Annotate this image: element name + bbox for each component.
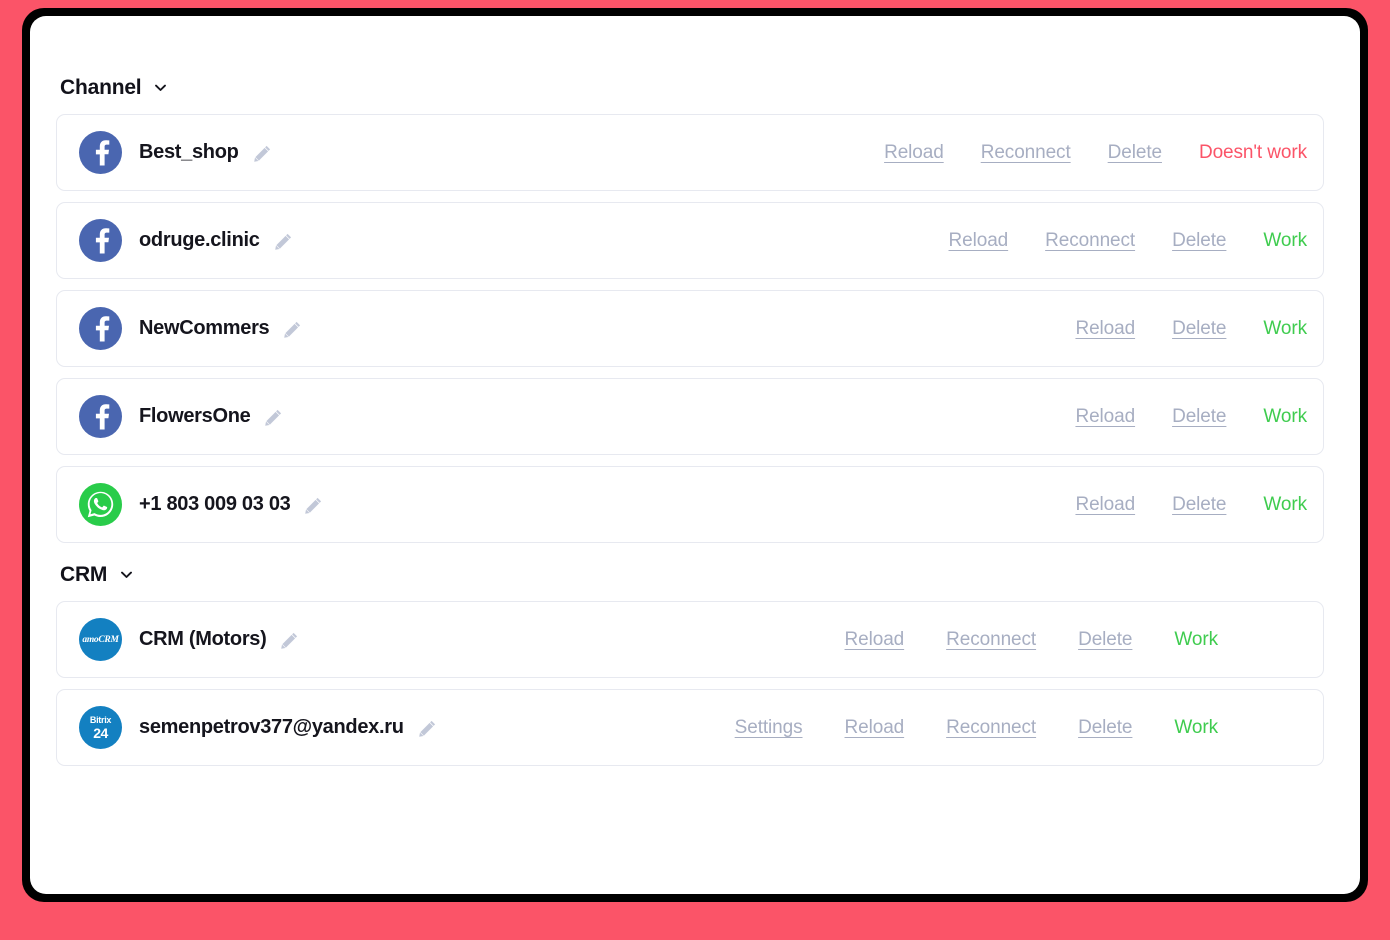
facebook-icon	[79, 307, 122, 350]
delete-link[interactable]: Delete	[1078, 629, 1132, 651]
integration-row: +1 803 009 03 03 Reload Delete Work	[56, 466, 1324, 543]
facebook-icon	[79, 131, 122, 174]
row-actions: Reload Delete Work	[1075, 494, 1307, 516]
delete-link[interactable]: Delete	[1172, 494, 1226, 516]
row-identity: FlowersOne	[79, 395, 284, 438]
row-identity: NewCommers	[79, 307, 303, 350]
section-header-channel[interactable]: Channel	[60, 74, 168, 102]
integration-row: NewCommers Reload Delete Work	[56, 290, 1324, 367]
integration-name: Best_shop	[139, 141, 239, 163]
chevron-down-icon[interactable]	[153, 80, 168, 95]
row-identity: Best_shop	[79, 131, 273, 174]
pencil-icon[interactable]	[304, 495, 324, 515]
integrations-panel: Channel Best_shop Reload Reconnect Delete Doe…	[30, 16, 1360, 894]
reload-link[interactable]: Reload	[1075, 406, 1135, 428]
status-badge[interactable]: Work	[1174, 717, 1218, 739]
pencil-icon[interactable]	[274, 231, 294, 251]
app-window: Channel Best_shop Reload Reconnect Delete Doe…	[30, 16, 1360, 894]
row-actions: Reload Reconnect Delete Work	[949, 230, 1308, 252]
device-bezel: Channel Best_shop Reload Reconnect Delete Doe…	[22, 8, 1368, 902]
bitrix24-wordmark: Bitrix 24	[89, 714, 112, 741]
integration-row: odruge.clinic Reload Reconnect Delete Work	[56, 202, 1324, 279]
facebook-icon	[79, 395, 122, 438]
delete-link[interactable]: Delete	[1108, 142, 1162, 164]
pencil-icon[interactable]	[280, 630, 300, 650]
reconnect-link[interactable]: Reconnect	[946, 717, 1036, 739]
pencil-icon[interactable]	[264, 407, 284, 427]
row-identity: odruge.clinic	[79, 219, 294, 262]
reload-link[interactable]: Reload	[1075, 494, 1135, 516]
section-crm: CRM amoCRM CRM (Motors) Reload Reconnect Dele…	[56, 561, 1324, 766]
integration-row: Bitrix 24 semenpetrov377@yandex.ru Settings…	[56, 689, 1324, 766]
integration-name: +1 803 009 03 03	[139, 493, 291, 515]
status-badge[interactable]: Work	[1174, 629, 1218, 651]
reload-link[interactable]: Reload	[1075, 318, 1135, 340]
integration-name: NewCommers	[139, 317, 270, 339]
bitrix24-icon: Bitrix 24	[79, 706, 122, 749]
section-title: Channel	[60, 76, 142, 99]
reconnect-link[interactable]: Reconnect	[1045, 230, 1135, 252]
row-actions: Reload Delete Work	[1075, 318, 1307, 340]
row-actions: Reload Reconnect Delete Doesn't work	[884, 142, 1307, 164]
facebook-icon	[79, 219, 122, 262]
pencil-icon[interactable]	[283, 319, 303, 339]
integration-name: semenpetrov377@yandex.ru	[139, 716, 404, 738]
section-channel: Channel Best_shop Reload Reconnect Delete Doe…	[56, 74, 1324, 543]
reconnect-link[interactable]: Reconnect	[981, 142, 1071, 164]
row-identity: +1 803 009 03 03	[79, 483, 324, 526]
status-badge[interactable]: Work	[1263, 494, 1307, 516]
pencil-icon[interactable]	[418, 718, 438, 738]
row-actions: Reload Reconnect Delete Work	[845, 629, 1219, 651]
status-badge[interactable]: Work	[1263, 406, 1307, 428]
reload-link[interactable]: Reload	[949, 230, 1009, 252]
integration-row: FlowersOne Reload Delete Work	[56, 378, 1324, 455]
chevron-down-icon[interactable]	[119, 567, 134, 582]
pencil-icon[interactable]	[253, 143, 273, 163]
row-identity: Bitrix 24 semenpetrov377@yandex.ru	[79, 706, 438, 749]
delete-link[interactable]: Delete	[1172, 230, 1226, 252]
status-badge[interactable]: Doesn't work	[1199, 142, 1307, 164]
section-title: CRM	[60, 563, 108, 586]
reload-link[interactable]: Reload	[845, 717, 905, 739]
integration-row: amoCRM CRM (Motors) Reload Reconnect Delete W…	[56, 601, 1324, 678]
row-actions: Settings Reload Reconnect Delete Work	[735, 717, 1218, 739]
status-badge[interactable]: Work	[1263, 318, 1307, 340]
integration-name: FlowersOne	[139, 405, 251, 427]
status-badge[interactable]: Work	[1263, 230, 1307, 252]
delete-link[interactable]: Delete	[1172, 406, 1226, 428]
row-actions: Reload Delete Work	[1075, 406, 1307, 428]
row-identity: amoCRM CRM (Motors)	[79, 618, 300, 661]
amocrm-icon: amoCRM	[79, 618, 122, 661]
delete-link[interactable]: Delete	[1078, 717, 1132, 739]
delete-link[interactable]: Delete	[1172, 318, 1226, 340]
integration-name: CRM (Motors)	[139, 628, 267, 650]
settings-link[interactable]: Settings	[735, 717, 803, 739]
integration-name: odruge.clinic	[139, 229, 260, 251]
reload-link[interactable]: Reload	[884, 142, 944, 164]
reload-link[interactable]: Reload	[845, 629, 905, 651]
integration-row: Best_shop Reload Reconnect Delete Doesn't wo…	[56, 114, 1324, 191]
screenshot-frame: Channel Best_shop Reload Reconnect Delete Doe…	[0, 0, 1390, 940]
section-header-crm[interactable]: CRM	[60, 561, 134, 589]
amocrm-wordmark: amoCRM	[82, 634, 119, 645]
whatsapp-icon	[79, 483, 122, 526]
reconnect-link[interactable]: Reconnect	[946, 629, 1036, 651]
